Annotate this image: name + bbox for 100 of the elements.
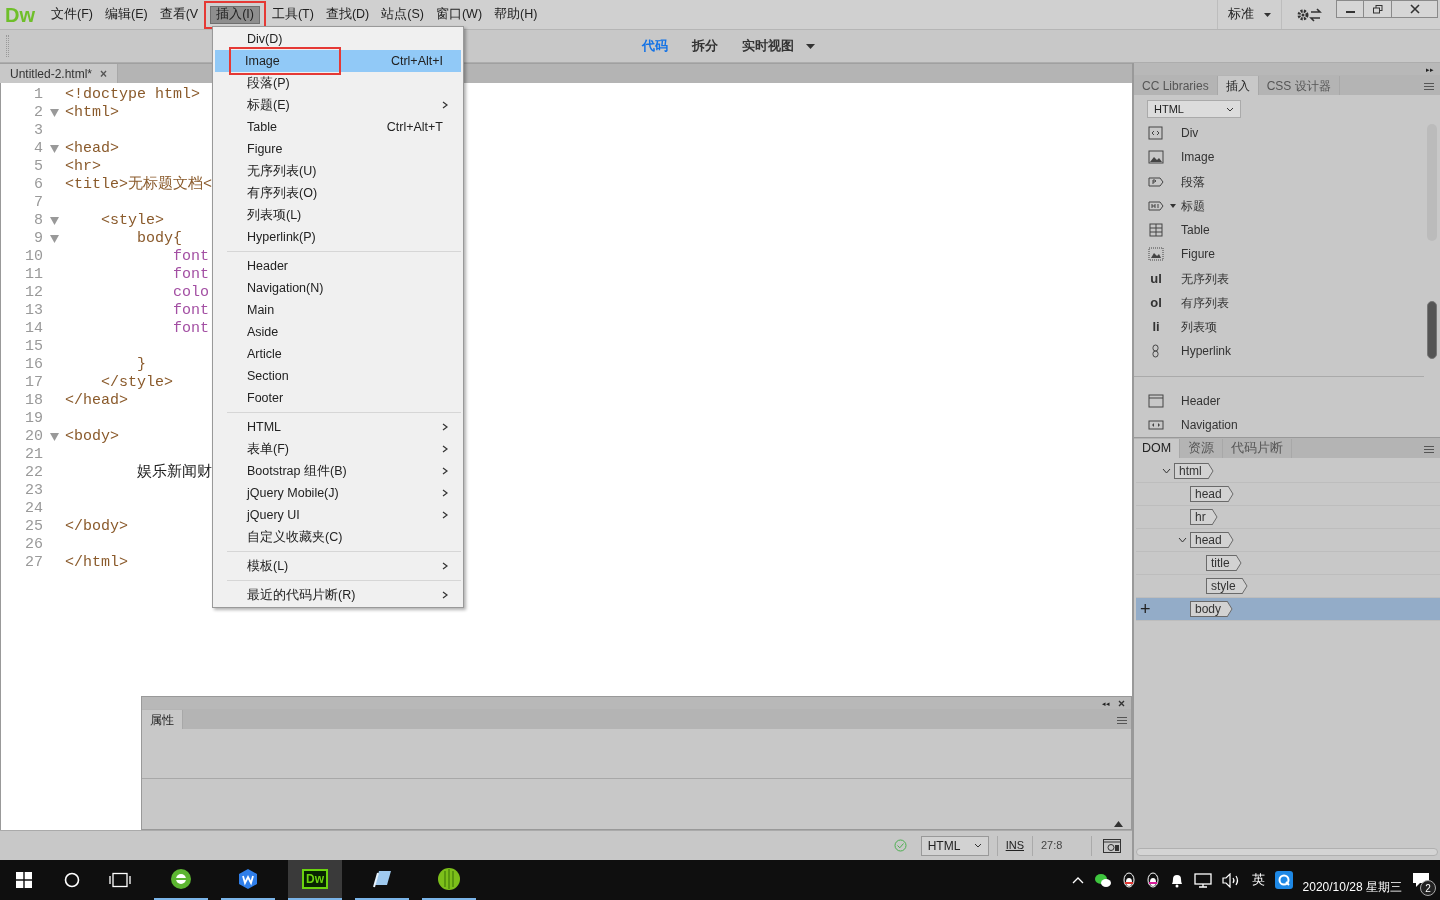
menu-item-label[interactable]: 表单(F) xyxy=(247,439,289,459)
menu-item-label[interactable]: HTML xyxy=(247,417,282,437)
dropdown-menu-item[interactable]: 列表项(L) xyxy=(215,204,461,226)
dropdown-menu-item[interactable]: 有序列表(O) xyxy=(215,182,461,204)
insert-mode-label[interactable]: INS xyxy=(1005,837,1024,854)
dom-tree-row[interactable]: html xyxy=(1136,460,1440,483)
dropdown-menu-item[interactable]: HTML xyxy=(215,416,461,438)
menu-item[interactable]: 文件(F) xyxy=(45,0,99,29)
dropdown-menu-item[interactable]: Navigation(N) xyxy=(215,277,461,299)
document-tab[interactable]: Untitled-2.html* × xyxy=(0,64,119,83)
workspace-switcher[interactable]: 标准 xyxy=(1217,0,1282,29)
insert-item[interactable]: 段落 xyxy=(1134,169,1424,194)
menu-item-label[interactable]: Main xyxy=(247,300,275,320)
menu-item[interactable]: 查看(V xyxy=(153,0,205,29)
menu-item[interactable]: 查找(D) xyxy=(319,0,376,29)
view-mode-tab[interactable]: 拆分 xyxy=(692,36,718,56)
menu-item-label[interactable]: Aside xyxy=(247,322,279,342)
menu-item-label[interactable]: Header xyxy=(247,256,288,276)
menu-item-label[interactable]: Navigation(N) xyxy=(247,278,324,298)
input-method-indicator[interactable]: 英 xyxy=(1251,870,1265,890)
insert-item-label[interactable]: Navigation xyxy=(1181,415,1238,434)
menu-item-label[interactable]: Article xyxy=(247,344,282,364)
view-mode-tab[interactable]: 实时视图 xyxy=(742,36,815,56)
dropdown-menu-item[interactable]: 表单(F) xyxy=(215,438,461,460)
insert-item-label[interactable]: 有序列表 xyxy=(1181,293,1229,312)
dropdown-menu-item[interactable]: Main xyxy=(215,299,461,321)
menu-item[interactable]: 窗口(W) xyxy=(429,0,489,29)
window-size-icon[interactable] xyxy=(1103,838,1121,853)
menu-item-label[interactable]: 最近的代码片断(R) xyxy=(247,585,356,605)
menu-item-label[interactable]: Div(D) xyxy=(247,29,283,49)
insert-item-label[interactable]: Hyperlink xyxy=(1181,342,1231,361)
menu-item-label[interactable]: Image xyxy=(229,47,341,75)
menu-item[interactable]: 工具(T) xyxy=(265,0,320,29)
insert-item[interactable]: Header xyxy=(1134,388,1424,413)
insert-item-label[interactable]: 段落 xyxy=(1181,172,1205,191)
dropdown-menu-item[interactable]: 自定义收藏夹(C) xyxy=(215,526,461,548)
insert-item[interactable]: Hyperlink xyxy=(1134,339,1424,364)
network-icon[interactable] xyxy=(1193,872,1212,888)
dom-tree-row[interactable]: + body xyxy=(1136,598,1440,621)
menu-item-label[interactable]: 模板(L) xyxy=(247,556,289,576)
dom-tree-row[interactable]: head xyxy=(1136,529,1440,552)
menu-item-label[interactable]: jQuery UI xyxy=(247,505,300,525)
dropdown-menu-item[interactable]: Image Ctrl+Alt+I xyxy=(215,50,461,72)
dropdown-menu-item[interactable]: 段落(P) xyxy=(215,72,461,94)
insert-item[interactable]: ol 有序列表 xyxy=(1134,290,1424,315)
horizontal-scrollbar[interactable] xyxy=(1136,848,1438,856)
dropdown-menu-item[interactable]: Hyperlink(P) xyxy=(215,226,461,248)
minimize-button[interactable] xyxy=(1336,0,1364,18)
panel-menu-icon[interactable] xyxy=(1117,717,1127,724)
properties-tab[interactable]: 属性 xyxy=(142,710,183,729)
dropdown-menu-item[interactable]: 无序列表(U) xyxy=(215,160,461,182)
dropdown-menu-item[interactable]: Bootstrap 组件(B) xyxy=(215,460,461,482)
menu-item-label[interactable]: 无序列表(U) xyxy=(247,161,317,181)
menu-item-label[interactable]: 有序列表(O) xyxy=(247,183,318,203)
insert-item[interactable]: Navigation xyxy=(1134,412,1424,437)
insert-item-label[interactable]: Figure xyxy=(1181,245,1215,264)
insert-item[interactable]: Table xyxy=(1134,218,1424,243)
dropdown-menu-item[interactable]: Figure xyxy=(215,138,461,160)
dropdown-menu-item[interactable]: jQuery Mobile(J) xyxy=(215,482,461,504)
dom-tree-row[interactable]: hr xyxy=(1136,506,1440,529)
close-icon[interactable] xyxy=(1118,699,1125,707)
dropdown-menu-item[interactable]: 最近的代码片断(R) xyxy=(215,584,461,606)
insert-item-label[interactable]: Header xyxy=(1181,391,1221,410)
close-tab-button[interactable]: × xyxy=(100,64,108,83)
insert-item-label[interactable]: 无序列表 xyxy=(1181,269,1229,288)
menu-item-label[interactable]: Bootstrap 组件(B) xyxy=(247,461,347,481)
q-app-icon[interactable] xyxy=(1274,871,1293,889)
settings-sync-icon[interactable] xyxy=(1296,7,1322,22)
menu-item-label[interactable]: Section xyxy=(247,366,289,386)
insert-item[interactable]: ul 无序列表 xyxy=(1134,266,1424,291)
menu-item[interactable]: 站点(S) xyxy=(375,0,430,29)
category-select[interactable]: HTML xyxy=(1147,100,1241,118)
dropdown-menu-item[interactable]: 标题(E) xyxy=(215,94,461,116)
dropdown-menu-item[interactable]: Table Ctrl+Alt+T xyxy=(215,116,461,138)
dropdown-menu-item[interactable]: Aside xyxy=(215,321,461,343)
insert-item-label[interactable]: Div xyxy=(1181,124,1199,143)
menu-item-label[interactable]: Hyperlink(P) xyxy=(247,227,316,247)
fold-triangle-icon[interactable] xyxy=(49,145,59,153)
menu-item-label[interactable]: Figure xyxy=(247,139,283,159)
taskbar-date[interactable]: 2020/10/28 星期三 xyxy=(1302,878,1402,896)
chevron-up-icon[interactable] xyxy=(1071,876,1084,884)
dropdown-menu-item[interactable]: Footer xyxy=(215,387,461,409)
document-type-select[interactable]: HTML xyxy=(920,835,989,856)
menu-item-label[interactable]: 列表项(L) xyxy=(247,205,302,225)
document-title[interactable]: Untitled-2.html* xyxy=(10,64,93,83)
fold-triangle-icon[interactable] xyxy=(49,109,59,117)
dropdown-menu-item[interactable]: Header xyxy=(215,255,461,277)
panel-tab[interactable]: DOM xyxy=(1134,439,1181,458)
insert-item[interactable]: li 列表项 xyxy=(1134,315,1424,340)
insert-item[interactable]: Div xyxy=(1134,121,1424,146)
menu-item[interactable]: 帮助(H) xyxy=(488,0,544,29)
insert-item-label[interactable]: Table xyxy=(1181,221,1210,240)
insert-item[interactable]: Image xyxy=(1134,145,1424,170)
dropdown-menu-item[interactable]: Article xyxy=(215,343,461,365)
expand-triangle-icon[interactable] xyxy=(1114,821,1123,827)
penguin-icon[interactable] xyxy=(1145,872,1160,888)
insert-item[interactable]: Figure xyxy=(1134,242,1424,267)
panel-menu-icon[interactable] xyxy=(1424,83,1434,90)
expand-chevron-icon[interactable] xyxy=(1177,537,1187,543)
panel-menu-icon[interactable] xyxy=(1424,446,1434,453)
